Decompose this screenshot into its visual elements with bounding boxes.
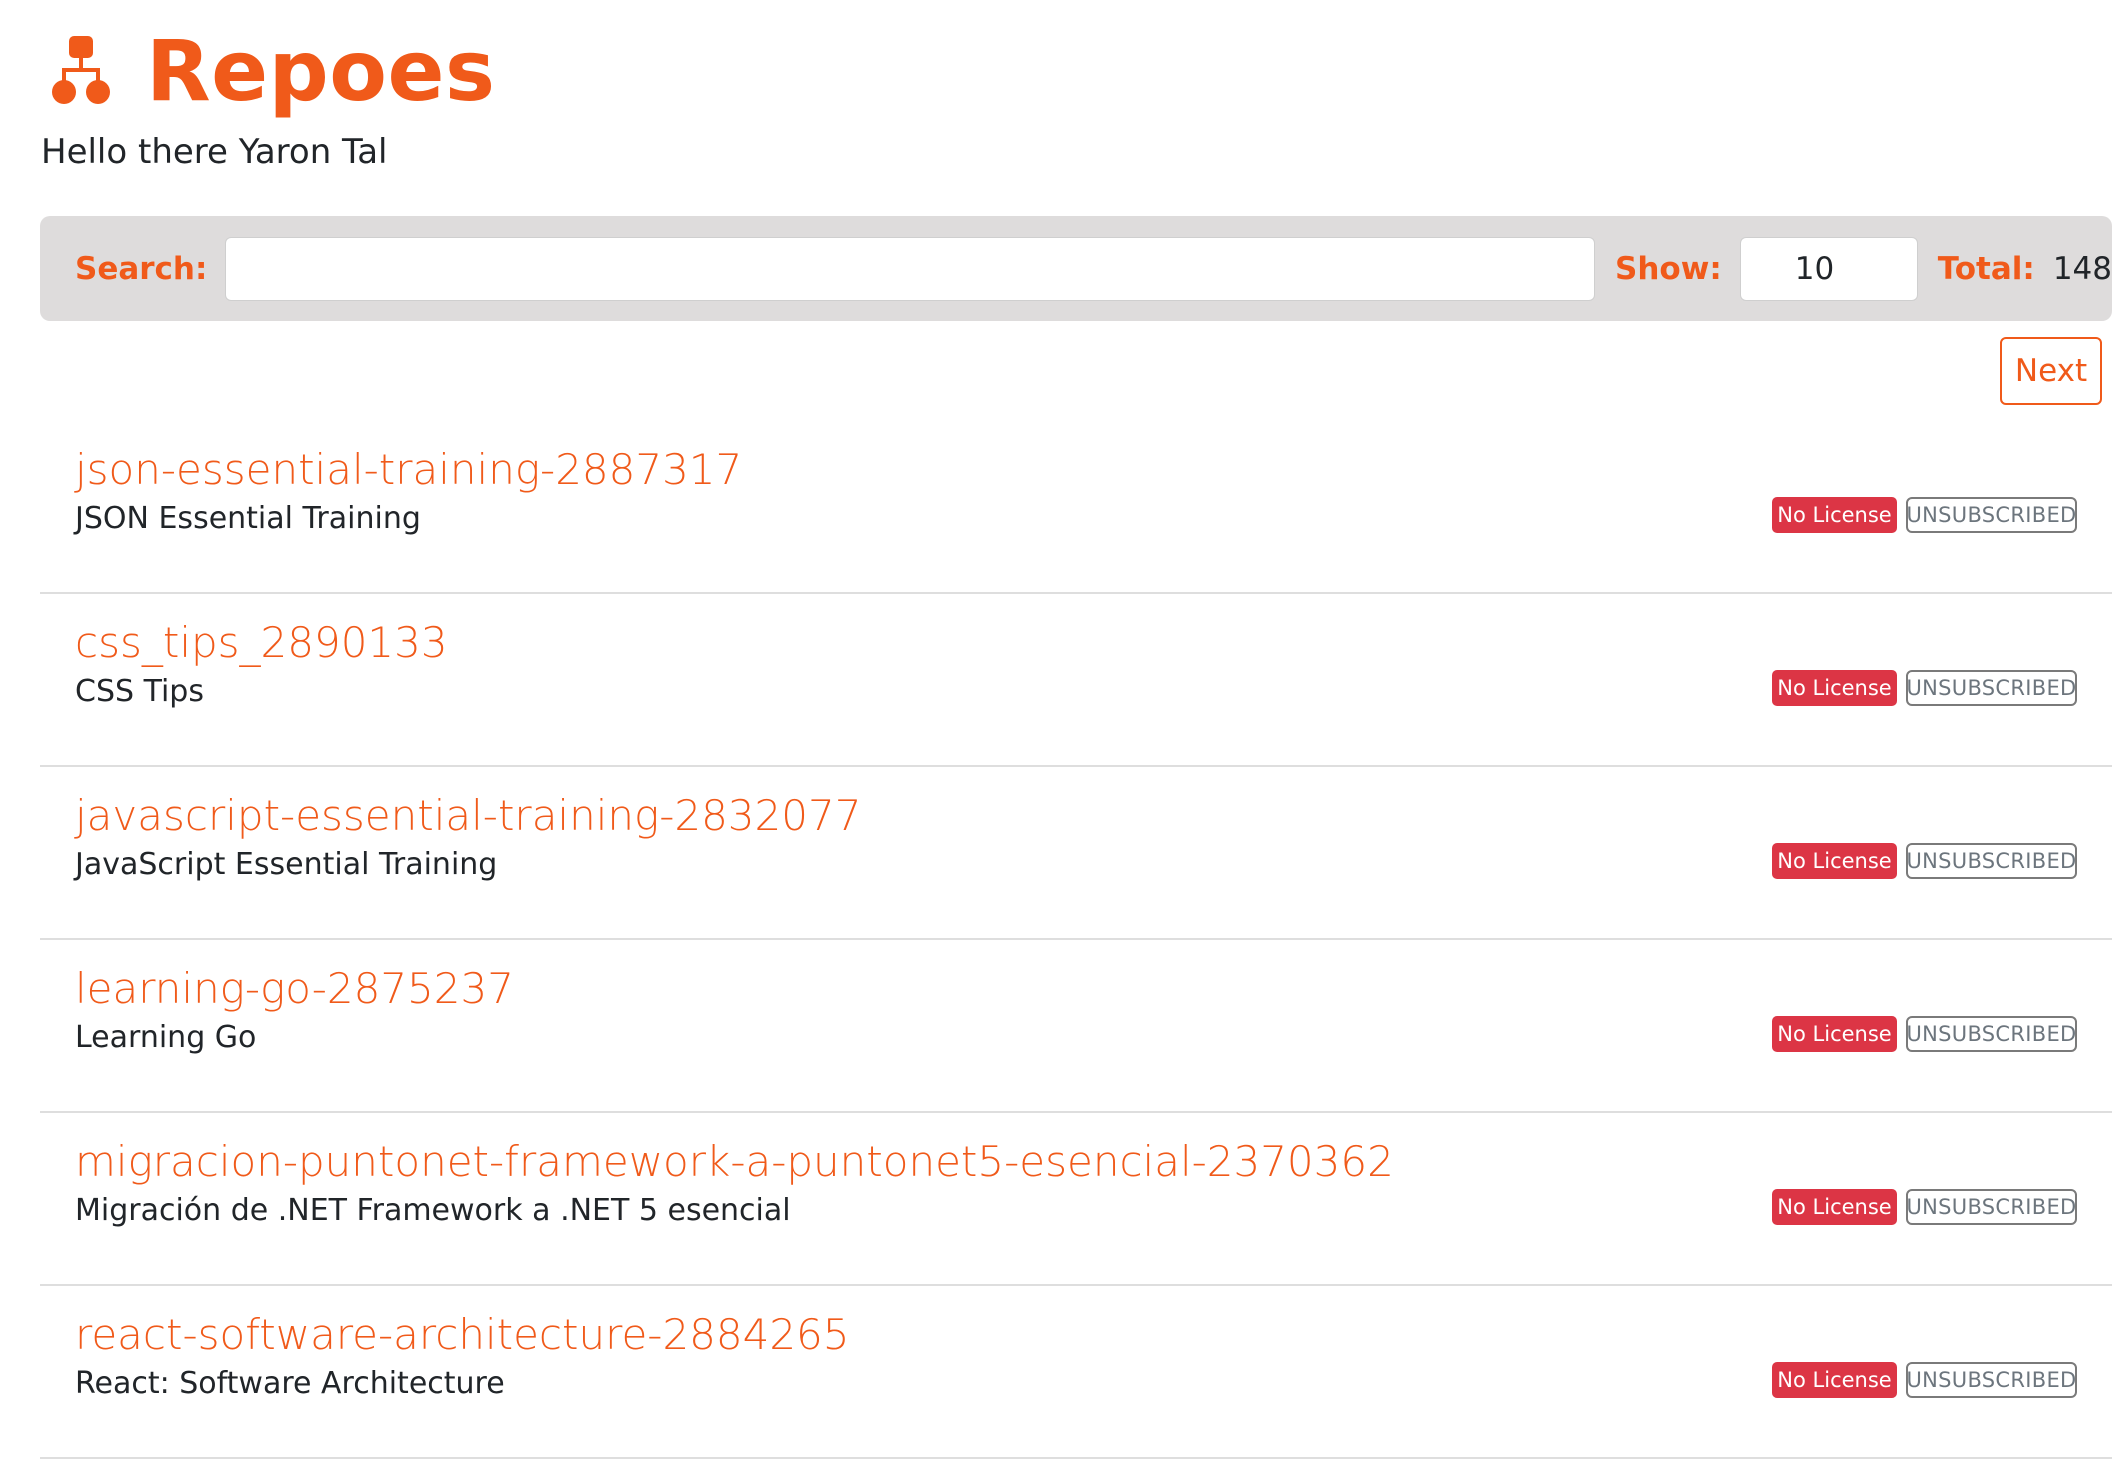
subscription-badge: UNSUBSCRIBED <box>1906 497 2077 533</box>
filter-toolbar: Search: Show: Total: 148 <box>40 216 2112 321</box>
list-item: json-essential-training-2887317 JSON Ess… <box>40 421 2112 594</box>
repo-description: JavaScript Essential Training <box>75 847 498 882</box>
repo-name-link[interactable]: javascript-essential-training-2832077 <box>75 791 861 840</box>
total-label: Total: <box>1937 250 2035 287</box>
repo-name-link[interactable]: react-software-architecture-2884265 <box>75 1310 850 1359</box>
repo-name-link[interactable]: learning-go-2875237 <box>75 964 514 1013</box>
repo-description: React: Software Architecture <box>75 1366 505 1401</box>
license-badge: No License <box>1772 670 1897 706</box>
repo-name-link[interactable]: css_tips_2890133 <box>75 618 448 667</box>
repo-name-link[interactable]: migracion-puntonet-framework-a-puntonet5… <box>75 1137 1394 1186</box>
subscription-badge: UNSUBSCRIBED <box>1906 1189 2077 1225</box>
page-title: Repoes <box>146 22 496 120</box>
repo-description: Migración de .NET Framework a .NET 5 ese… <box>75 1193 791 1228</box>
search-label: Search: <box>75 250 208 287</box>
list-item: migracion-puntonet-framework-a-puntonet5… <box>40 1113 2112 1286</box>
list-item: react-software-architecture-2884265 Reac… <box>40 1286 2112 1459</box>
search-input[interactable] <box>225 236 1595 301</box>
subscription-badge: UNSUBSCRIBED <box>1906 670 2077 706</box>
list-item: learning-go-2875237 Learning Go No Licen… <box>40 940 2112 1113</box>
repo-description: Learning Go <box>75 1020 257 1055</box>
license-badge: No License <box>1772 1189 1897 1225</box>
next-page-button[interactable]: Next <box>2000 337 2102 405</box>
subscription-badge: UNSUBSCRIBED <box>1906 843 2077 879</box>
app-header: Repoes <box>52 26 495 116</box>
subscription-badge: UNSUBSCRIBED <box>1906 1362 2077 1398</box>
list-item: css_tips_2890133 CSS Tips No License UNS… <box>40 594 2112 767</box>
sitemap-icon <box>52 36 110 104</box>
repo-description: CSS Tips <box>75 674 204 709</box>
license-badge: No License <box>1772 497 1897 533</box>
subscription-badge: UNSUBSCRIBED <box>1906 1016 2077 1052</box>
license-badge: No License <box>1772 1016 1897 1052</box>
show-label: Show: <box>1615 250 1722 287</box>
repo-name-link[interactable]: json-essential-training-2887317 <box>75 445 742 494</box>
repo-description: JSON Essential Training <box>75 501 421 536</box>
license-badge: No License <box>1772 1362 1897 1398</box>
license-badge: No License <box>1772 843 1897 879</box>
total-count: 148 <box>2052 250 2112 287</box>
repo-list: json-essential-training-2887317 JSON Ess… <box>40 421 2112 1459</box>
list-item: javascript-essential-training-2832077 Ja… <box>40 767 2112 940</box>
page-size-input[interactable] <box>1739 236 1918 301</box>
greeting-text: Hello there Yaron Tal <box>41 132 388 172</box>
